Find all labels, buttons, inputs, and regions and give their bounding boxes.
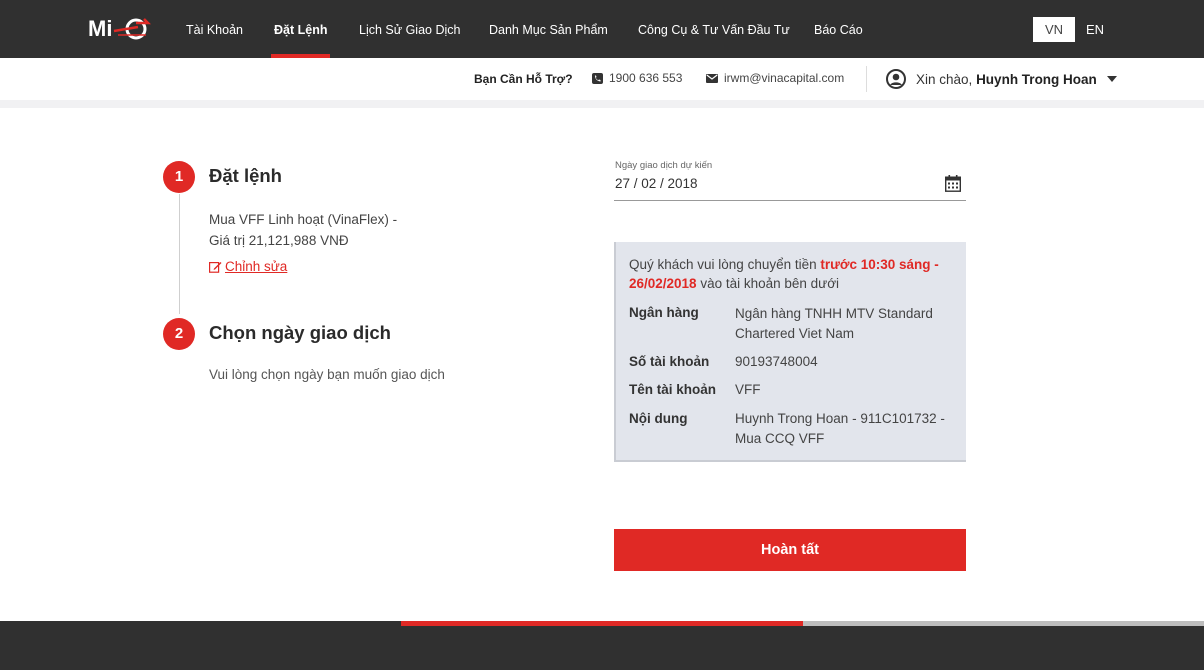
greeting-text: Xin chào, Huynh Trong Hoan: [916, 71, 1097, 87]
edit-link-label: Chỉnh sửa: [225, 259, 288, 274]
footer: [0, 621, 1204, 670]
lang-en-button[interactable]: EN: [1078, 17, 1112, 42]
calendar-icon[interactable]: [945, 175, 961, 192]
step-2-subtitle: Vui lòng chọn ngày bạn muốn giao dịch: [209, 367, 445, 382]
bank-value: Ngân hàng TNHH MTV Standard Chartered Vi…: [735, 306, 933, 341]
user-avatar-icon: [886, 69, 906, 89]
mio-logo[interactable]: Mi: [88, 14, 156, 44]
nav-dat-lenh[interactable]: Đặt Lệnh: [274, 0, 327, 58]
divider: [866, 66, 867, 92]
chevron-down-icon: [1106, 76, 1117, 82]
edit-icon: [209, 261, 222, 273]
nav-cong-cu-tu-van[interactable]: Công Cụ & Tư Vấn Đầu Tư: [638, 0, 790, 58]
order-description: Mua VFF Linh hoạt (VinaFlex) -: [209, 212, 398, 227]
nav-lich-su-giao-dich[interactable]: Lịch Sử Giao Dịch: [359, 0, 460, 58]
support-phone[interactable]: 1900 636 553: [592, 71, 682, 85]
trade-date-field[interactable]: 27 / 02 / 2018: [614, 172, 966, 201]
account-number-label: Số tài khoản: [629, 354, 710, 369]
user-menu[interactable]: Xin chào, Huynh Trong Hoan: [886, 68, 1117, 90]
nav-tai-khoan[interactable]: Tài Khoản: [186, 0, 243, 58]
header-shadow: [0, 100, 1204, 108]
phone-icon: [592, 72, 603, 84]
transfer-notice: Quý khách vui lòng chuyển tiền trước 10:…: [629, 257, 939, 291]
account-number-value: 90193748004: [735, 354, 818, 369]
transfer-content-label: Nội dung: [629, 411, 688, 426]
nav-bao-cao[interactable]: Báo Cáo: [814, 0, 863, 58]
edit-order-link[interactable]: Chỉnh sửa: [209, 259, 287, 274]
step-1-title: Đặt lệnh: [209, 165, 282, 186]
support-label: Bạn Cần Hỗ Trợ?: [474, 72, 573, 86]
logo-text: Mi: [88, 16, 112, 41]
account-name-label: Tên tài khoản: [629, 382, 717, 397]
support-email[interactable]: irwm@vinacapital.com: [706, 71, 844, 85]
footer-accent-grey: [803, 621, 1204, 626]
account-name-value: VFF: [735, 382, 761, 397]
mail-icon: [706, 73, 718, 83]
nav-danh-muc-san-pham[interactable]: Danh Mục Sản Phẩm: [489, 0, 608, 58]
step-2-title: Chọn ngày giao dịch: [209, 322, 391, 343]
top-navbar: Mi Tài Khoản Đặt Lệnh Lịch Sử Giao Dịch …: [0, 0, 1204, 58]
order-value: Giá trị 21,121,988 VNĐ: [209, 233, 349, 248]
transfer-info-box: Quý khách vui lòng chuyển tiền trước 10:…: [614, 242, 966, 462]
support-bar: Bạn Cần Hỗ Trợ? 1900 636 553 irwm@vinaca…: [0, 58, 1204, 100]
footer-accent-red: [401, 621, 803, 626]
finish-button[interactable]: Hoàn tất: [614, 529, 966, 571]
date-label: Ngày giao dịch dự kiến: [615, 160, 713, 171]
user-name: Huynh Trong Hoan: [976, 71, 1097, 87]
bank-label: Ngân hàng: [629, 305, 699, 320]
step-2-badge: 2: [163, 318, 195, 350]
email-address: irwm@vinacapital.com: [724, 71, 845, 85]
phone-number: 1900 636 553: [609, 71, 683, 85]
step-1-badge: 1: [163, 161, 195, 193]
trade-date-value: 27 / 02 / 2018: [615, 176, 698, 191]
transfer-content-value: Huynh Trong Hoan - 911C101732 - Mua CCQ …: [735, 411, 945, 446]
step-connector: [179, 194, 180, 314]
lang-vn-button[interactable]: VN: [1033, 17, 1075, 42]
